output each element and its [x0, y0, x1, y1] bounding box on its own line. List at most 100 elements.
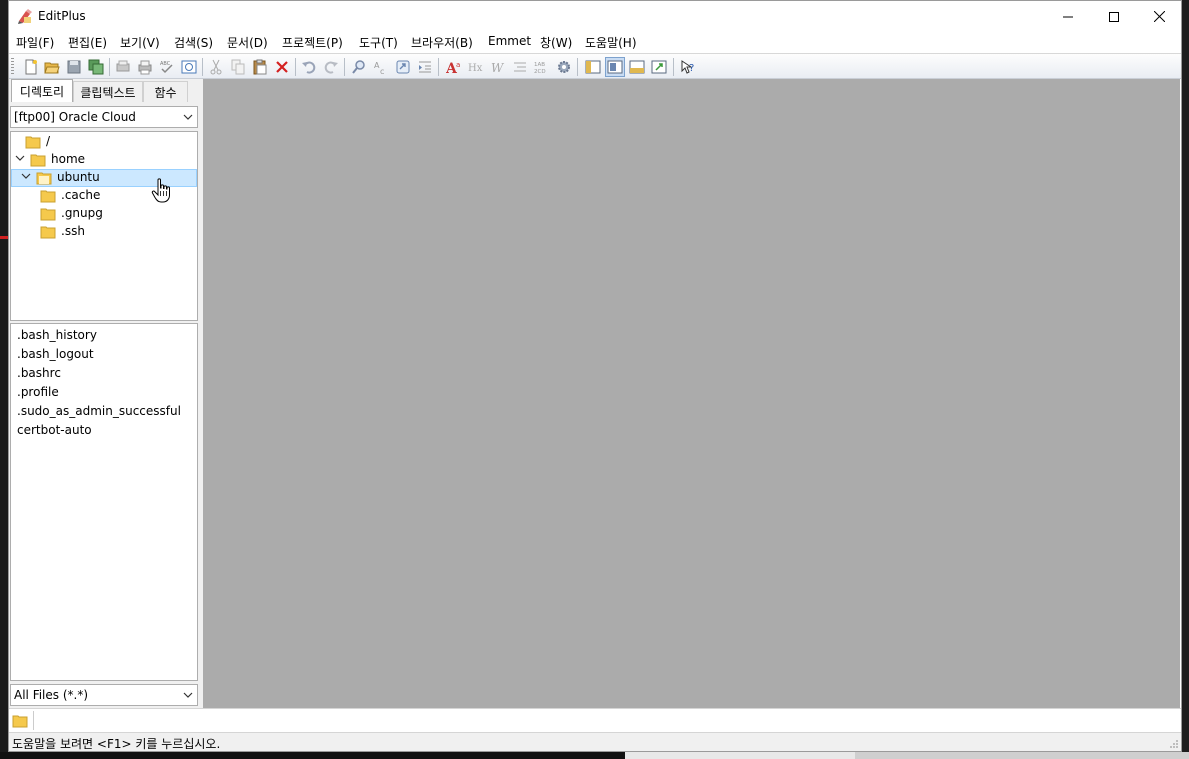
- tree-item-label: ubuntu: [57, 170, 100, 184]
- tree-item-label: .gnupg: [61, 206, 103, 220]
- cut-icon[interactable]: [206, 57, 226, 77]
- tab-functions[interactable]: 함수: [143, 81, 188, 102]
- maximize-icon: [1109, 11, 1119, 22]
- tree-item-label: /: [46, 134, 51, 148]
- document-tab-bar: [9, 708, 1181, 732]
- font-icon[interactable]: Aa: [444, 57, 464, 77]
- find-icon[interactable]: [349, 57, 369, 77]
- spell-check-icon[interactable]: ABC: [157, 57, 177, 77]
- toolbar-separator: [673, 58, 674, 76]
- file-item[interactable]: certbot-auto: [17, 423, 92, 437]
- print-icon[interactable]: [135, 57, 155, 77]
- file-item[interactable]: .bash_logout: [17, 347, 94, 361]
- menu-browser[interactable]: 브라우저(B): [411, 34, 473, 51]
- toolbar-separator: [438, 58, 439, 76]
- tree-item-root[interactable]: /: [11, 133, 197, 151]
- folder-icon: [40, 226, 56, 239]
- editplus-app-icon: [17, 8, 33, 24]
- menu-document[interactable]: 문서(D): [227, 34, 268, 51]
- tree-item-ssh[interactable]: .ssh: [11, 223, 197, 241]
- close-icon: [1153, 11, 1165, 22]
- folder-icon: [40, 208, 56, 221]
- chevron-down-icon[interactable]: [21, 173, 31, 181]
- menu-emmet[interactable]: Emmet: [488, 34, 531, 48]
- ftp-connection-value: [ftp00] Oracle Cloud: [14, 110, 136, 124]
- print-preview-icon[interactable]: [113, 57, 133, 77]
- open-folder-icon: [36, 172, 52, 185]
- tree-item-label: .cache: [61, 188, 101, 202]
- editplus-window: EditPlus 파일(F) 편집(E) 보기(V) 검색(S) 문서(D) 프…: [8, 0, 1182, 752]
- file-item[interactable]: .sudo_as_admin_successful: [17, 404, 181, 418]
- toolbar-separator: [202, 58, 203, 76]
- undo-icon[interactable]: [299, 57, 319, 77]
- file-item[interactable]: .profile: [17, 385, 59, 399]
- paste-icon[interactable]: [250, 57, 270, 77]
- save-all-icon[interactable]: [86, 57, 106, 77]
- cliptext-window-icon[interactable]: [605, 57, 625, 77]
- ftp-connection-select[interactable]: [ftp00] Oracle Cloud: [10, 106, 198, 128]
- toolbar-separator: [109, 58, 110, 76]
- title-bar[interactable]: EditPlus: [9, 1, 1181, 32]
- maximize-button[interactable]: [1091, 1, 1137, 32]
- open-folder-icon[interactable]: [42, 57, 62, 77]
- tree-item-home[interactable]: home: [11, 151, 197, 169]
- close-button[interactable]: [1136, 1, 1182, 32]
- directory-window-icon[interactable]: [583, 57, 603, 77]
- menu-view[interactable]: 보기(V): [120, 34, 160, 51]
- menu-window[interactable]: 창(W): [540, 34, 572, 51]
- status-bar: 도움말을 보려면 <F1> 키를 누르십시오.: [9, 732, 1181, 751]
- desktop-background-bottom: [0, 752, 1189, 759]
- goto-icon[interactable]: [393, 57, 413, 77]
- toolbar: ABC Ac A a Hx W 1AB 2CD ?: [9, 53, 1181, 79]
- menu-edit[interactable]: 편집(E): [68, 34, 107, 51]
- indent-icon[interactable]: [415, 57, 435, 77]
- svg-text:?: ?: [689, 63, 694, 74]
- directory-panel: 디렉토리 클립텍스트 함수 [ftp00] Oracle Cloud / hom…: [9, 79, 201, 708]
- redo-icon[interactable]: [321, 57, 341, 77]
- chevron-down-icon: [183, 114, 193, 120]
- toolbar-grip[interactable]: [11, 58, 14, 76]
- svg-text:W: W: [491, 61, 505, 75]
- menu-help[interactable]: 도움말(H): [585, 34, 637, 51]
- save-icon[interactable]: [64, 57, 84, 77]
- replace-icon[interactable]: Ac: [371, 57, 391, 77]
- svg-text:Hx: Hx: [468, 63, 483, 74]
- file-filter-value: All Files (*.*): [14, 688, 89, 702]
- folder-icon: [25, 136, 41, 149]
- menu-file[interactable]: 파일(F): [16, 34, 54, 51]
- editor-area[interactable]: [203, 79, 1180, 708]
- menu-search[interactable]: 검색(S): [174, 34, 213, 51]
- browser-view-icon[interactable]: [179, 57, 199, 77]
- hex-icon[interactable]: Hx: [466, 57, 486, 77]
- tab-cliptext[interactable]: 클립텍스트: [73, 81, 143, 102]
- settings-icon[interactable]: [554, 57, 574, 77]
- desktop-background-left: [0, 0, 8, 759]
- svg-text:c: c: [380, 67, 384, 75]
- folder-icon[interactable]: [12, 713, 28, 729]
- delete-icon[interactable]: [272, 57, 292, 77]
- minimize-button[interactable]: [1045, 1, 1091, 32]
- chevron-down-icon: [183, 692, 193, 698]
- status-help-text: 도움말을 보려면 <F1> 키를 누르십시오.: [12, 737, 221, 751]
- menu-tools[interactable]: 도구(T): [359, 34, 398, 51]
- tree-item-label: .ssh: [61, 224, 85, 238]
- file-item[interactable]: .bashrc: [17, 366, 61, 380]
- chevron-down-icon[interactable]: [15, 155, 25, 163]
- context-help-icon[interactable]: ?: [678, 57, 698, 77]
- tree-item-gnupg[interactable]: .gnupg: [11, 205, 197, 223]
- new-file-icon[interactable]: [21, 57, 41, 77]
- output-window-icon[interactable]: [627, 57, 647, 77]
- tab-directory[interactable]: 디렉토리: [11, 79, 73, 102]
- window-title: EditPlus: [38, 9, 86, 23]
- file-filter-select[interactable]: All Files (*.*): [10, 684, 198, 706]
- copy-icon[interactable]: [228, 57, 248, 77]
- file-list: .bash_history .bash_logout .bashrc .prof…: [10, 323, 198, 681]
- column-numbers-icon[interactable]: 1AB 2CD: [532, 57, 552, 77]
- menu-project[interactable]: 프로젝트(P): [282, 34, 343, 51]
- fullscreen-icon[interactable]: [649, 57, 669, 77]
- folder-icon: [40, 190, 56, 203]
- file-item[interactable]: .bash_history: [17, 328, 97, 342]
- resize-grip-icon[interactable]: [1169, 739, 1179, 749]
- word-wrap-icon[interactable]: W: [488, 57, 508, 77]
- line-icon[interactable]: [510, 57, 530, 77]
